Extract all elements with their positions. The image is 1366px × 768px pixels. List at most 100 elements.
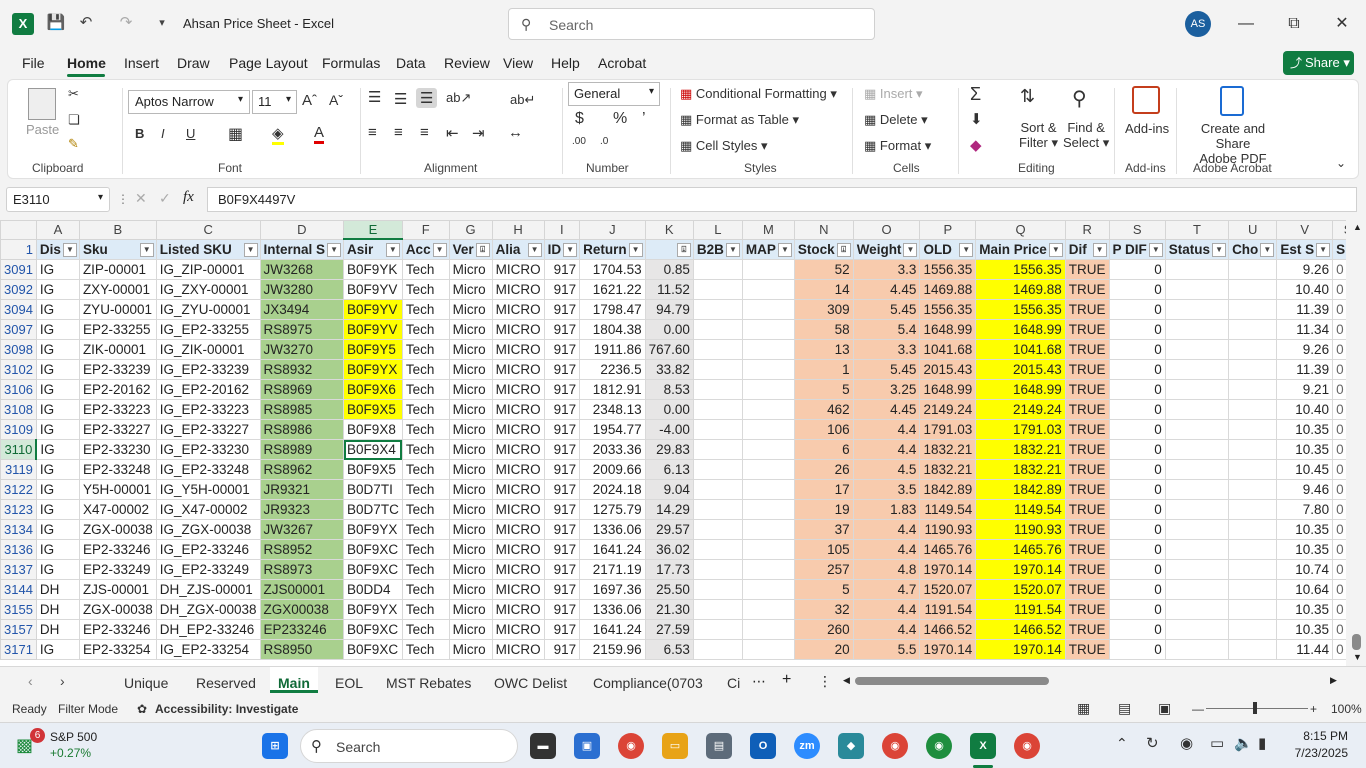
table-cell[interactable]: Micro (448, 599, 493, 620)
sort-filter-icon[interactable]: ⇅ (1020, 86, 1035, 107)
table-cell[interactable]: B0F9YK (343, 259, 403, 280)
table-cell[interactable]: MICRO (491, 579, 545, 600)
table-cell[interactable]: TRUE (1064, 499, 1110, 520)
table-cell[interactable]: ZJS00001 (259, 579, 345, 600)
table-cell[interactable]: 0 (1108, 559, 1166, 580)
table-cell[interactable]: 4.4 (852, 599, 921, 620)
table-cell[interactable]: TRUE (1064, 379, 1110, 400)
table-cell[interactable]: Tech (401, 519, 450, 540)
table-cell[interactable]: 25.50 (644, 579, 694, 600)
table-cell[interactable]: 1520.07 (919, 579, 977, 600)
increase-indent-icon[interactable]: ⇥ (472, 124, 485, 142)
table-cell[interactable]: 1191.54 (919, 599, 977, 620)
vertical-scrollbar[interactable]: ▲ ▼ (1348, 220, 1366, 666)
table-cell[interactable]: 10.45 (1276, 459, 1334, 480)
table-cell[interactable]: Micro (448, 559, 493, 580)
table-cell[interactable]: 106 (793, 419, 854, 440)
table-cell[interactable] (692, 439, 743, 460)
table-cell[interactable]: MICRO (491, 559, 545, 580)
table-cell[interactable]: 1697.36 (579, 579, 646, 600)
table-cell[interactable]: IG (35, 479, 80, 500)
table-cell[interactable]: TRUE (1064, 279, 1110, 300)
table-cell[interactable]: IG_EP2-33239 (155, 359, 261, 380)
column-title[interactable]: Ver ⍗ (448, 238, 493, 260)
table-cell[interactable]: 10.35 (1276, 439, 1334, 460)
sync-icon[interactable]: ↻ (1146, 734, 1159, 752)
table-cell[interactable]: Tech (401, 359, 450, 380)
table-cell[interactable]: X47-00002 (78, 499, 157, 520)
table-cell[interactable] (1164, 619, 1230, 640)
row-header[interactable]: 3157 (0, 619, 37, 640)
table-cell[interactable]: 0.00 (644, 319, 694, 340)
table-cell[interactable]: B0F9YX (343, 519, 403, 540)
table-cell[interactable] (1228, 559, 1278, 580)
table-cell[interactable]: IG_ZIK-00001 (155, 339, 261, 360)
table-cell[interactable]: B0F9X8 (343, 419, 403, 440)
filter-dropdown-icon[interactable]: ▼ (777, 242, 792, 257)
table-cell[interactable]: Micro (448, 459, 493, 480)
table-cell[interactable] (1164, 639, 1230, 660)
menu-home[interactable]: Home (67, 55, 106, 71)
table-cell[interactable]: 0 (1108, 459, 1166, 480)
table-cell[interactable]: 0 (1332, 379, 1346, 400)
table-cell[interactable]: 1191.54 (975, 599, 1066, 620)
table-cell[interactable] (692, 379, 743, 400)
table-cell[interactable]: Micro (448, 619, 493, 640)
fill-color-icon[interactable]: ◈ (272, 124, 284, 145)
table-cell[interactable]: 917 (543, 299, 581, 320)
table-cell[interactable]: 26 (793, 459, 854, 480)
table-cell[interactable]: EP233246 (259, 619, 345, 640)
table-cell[interactable]: 10.35 (1276, 619, 1334, 640)
table-cell[interactable]: TRUE (1064, 559, 1110, 580)
column-title[interactable]: S (1332, 238, 1346, 260)
table-cell[interactable]: 94.79 (644, 299, 694, 320)
table-cell[interactable] (1164, 399, 1230, 420)
filter-dropdown-icon[interactable]: ▼ (1048, 242, 1063, 257)
table-cell[interactable]: 0 (1332, 439, 1346, 460)
table-cell[interactable] (1228, 339, 1278, 360)
table-cell[interactable]: DH (35, 579, 80, 600)
column-header[interactable]: S (1332, 220, 1346, 240)
bold-icon[interactable]: B (135, 126, 144, 141)
table-cell[interactable]: 917 (543, 259, 581, 280)
align-middle-icon[interactable]: ☰ (394, 90, 407, 108)
menu-draw[interactable]: Draw (177, 55, 210, 71)
column-header[interactable]: L (692, 220, 743, 240)
table-cell[interactable]: DH_ZGX-00038 (155, 599, 261, 620)
table-cell[interactable]: 36.02 (644, 539, 694, 560)
table-cell[interactable]: MICRO (491, 379, 545, 400)
align-center-icon[interactable]: ≡ (394, 124, 403, 141)
table-cell[interactable]: B0F9YV (343, 319, 403, 340)
table-cell[interactable]: 1336.06 (579, 599, 646, 620)
table-cell[interactable]: 1842.89 (975, 479, 1066, 500)
table-cell[interactable]: 1648.99 (919, 379, 977, 400)
column-header[interactable]: J (579, 220, 646, 240)
table-cell[interactable]: 10.35 (1276, 519, 1334, 540)
menu-view[interactable]: View (503, 55, 533, 71)
table-cell[interactable]: 1791.03 (919, 419, 977, 440)
table-cell[interactable]: 1832.21 (975, 459, 1066, 480)
table-cell[interactable]: 0 (1108, 499, 1166, 520)
table-cell[interactable]: 0.85 (644, 259, 694, 280)
table-cell[interactable] (1228, 319, 1278, 340)
table-cell[interactable]: RS8985 (259, 399, 345, 420)
table-cell[interactable]: 917 (543, 419, 581, 440)
outlook-icon[interactable]: O (750, 733, 776, 759)
network-icon[interactable]: ◉ (1180, 734, 1193, 752)
column-header[interactable]: E (343, 220, 403, 240)
table-cell[interactable]: 0 (1332, 399, 1346, 420)
table-cell[interactable]: 5.45 (852, 359, 921, 380)
table-cell[interactable]: 1336.06 (579, 519, 646, 540)
table-cell[interactable]: 10.35 (1276, 599, 1334, 620)
table-cell[interactable]: Micro (448, 439, 493, 460)
table-cell[interactable]: 10.64 (1276, 579, 1334, 600)
table-cell[interactable]: 1832.21 (919, 439, 977, 460)
table-cell[interactable] (741, 439, 795, 460)
find-select-button[interactable]: Find & Select ▾ (1063, 120, 1109, 151)
column-title[interactable]: Weight ▼ (852, 238, 921, 260)
table-cell[interactable]: Micro (448, 399, 493, 420)
table-cell[interactable]: 1275.79 (579, 499, 646, 520)
table-cell[interactable]: 9.26 (1276, 339, 1334, 360)
table-cell[interactable]: JR9323 (259, 499, 345, 520)
table-cell[interactable]: 9.46 (1276, 479, 1334, 500)
